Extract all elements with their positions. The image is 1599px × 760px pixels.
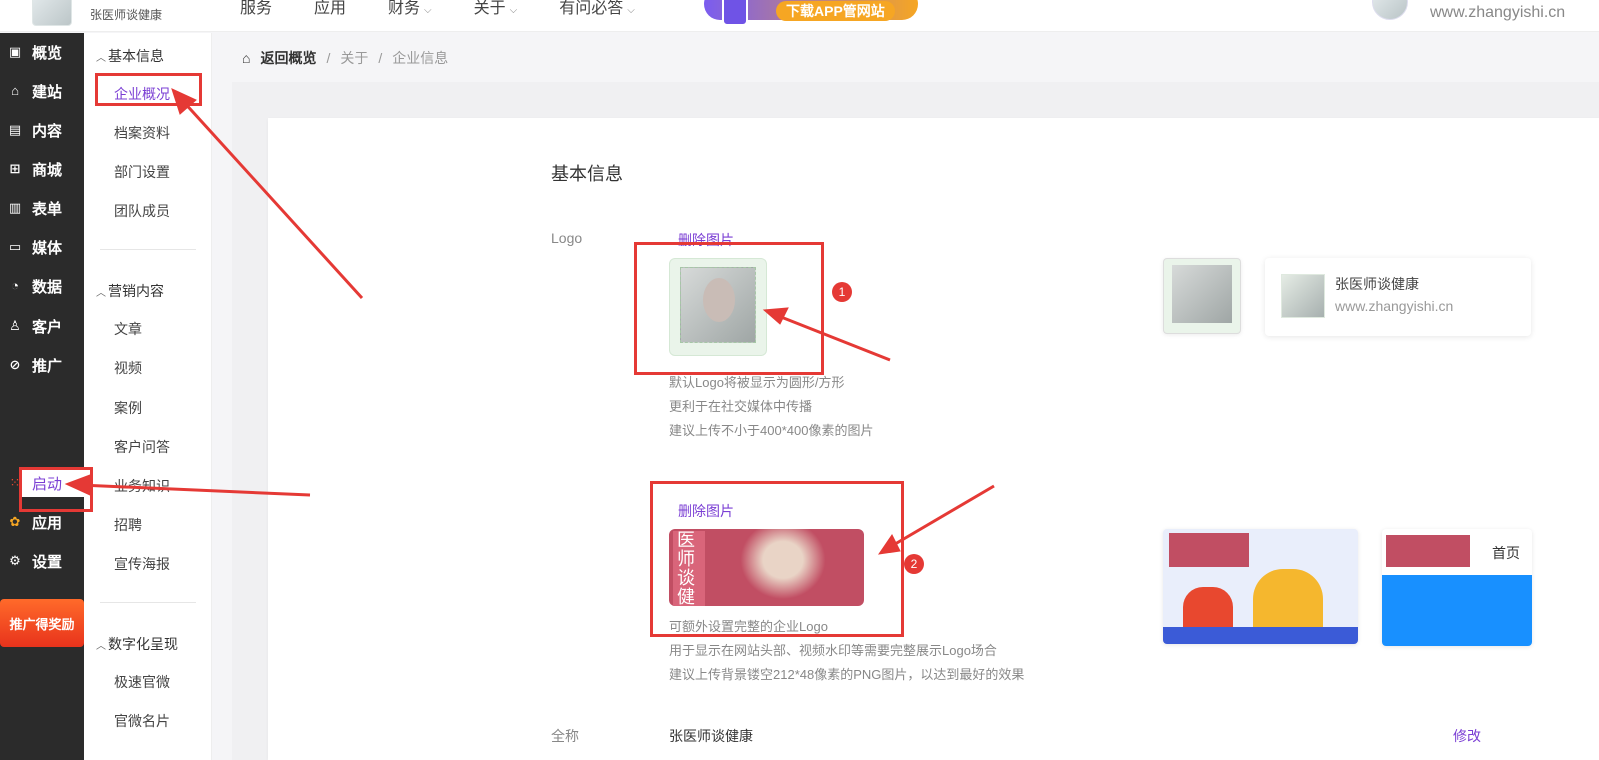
breadcrumb-back[interactable]: 返回概览 [260,48,316,68]
brand-name: 张医师谈健康 [90,8,163,22]
group-title-digital[interactable]: ︿ 数字化呈现 [96,634,178,654]
cart-icon: ⊞ [9,161,21,176]
video-icon: ▭ [8,239,22,254]
illustration-desk [1163,627,1358,644]
logo-preview-card: 张医师谈健康 www.zhangyishi.cn [1265,258,1531,336]
subnav-item-archives[interactable]: 档案资料 [114,123,170,143]
sidebar-item-content[interactable]: ▤ 内容 [0,116,84,144]
sidebar-item-promotion[interactable]: ⊘ 推广 [0,351,84,379]
wide-hint-3: 建议上传背景镂空212*48像素的PNG图片，以达到最好的效果 [669,667,1025,682]
sidebar-item-media[interactable]: ▭ 媒体 [0,233,84,261]
subnav-item-team[interactable]: 团队成员 [114,201,170,221]
mobile-home-label: 首页 [1492,545,1520,561]
download-app-banner[interactable]: 下载APP管网站 [704,0,918,26]
subnav-item-fast-microsite[interactable]: 极速官微 [114,672,170,692]
sidebar-item-site[interactable]: ⌂ 建站 [0,77,84,105]
top-nav: 服务 应用 财务 ⌵ 关于 ⌵ 有问必答 ⌵ [240,0,677,18]
site-domain[interactable]: www.zhangyishi.cn [1430,4,1565,22]
secondary-nav: ︿ 基本信息 企业概况 档案资料 部门设置 团队成员 ︿ 营销内容 文章 视频 案例… [84,33,212,760]
preview-name: 张医师谈健康 [1335,276,1419,292]
group-title-basic-info[interactable]: ︿ 基本信息 [96,46,164,66]
annotation-badge-2: 2 [904,554,924,574]
home-icon: ⌂ [11,83,19,98]
nav-item-apps[interactable]: 应用 [314,0,346,18]
annotation-box [19,467,93,512]
paperclip-icon: ⊘ [9,357,21,372]
sidebar-item-customers[interactable]: ♙ 客户 [0,312,84,340]
apps-icon: ✿ [9,514,21,529]
chart-icon: ◔ [11,278,19,293]
phone-icon [722,0,748,26]
annotation-badge-1: 1 [832,282,852,302]
wide-logo-preview-mobile: 首页 [1382,529,1532,646]
user-avatar[interactable] [1372,0,1408,20]
section-title: 基本信息 [551,164,623,184]
sidebar-item-applications[interactable]: ✿ 应用 [0,508,84,536]
banner-label: 下载APP管网站 [776,1,895,21]
home-icon: ⌂ [242,50,251,66]
wide-hint-2: 用于显示在网站头部、视频水印等需要完整展示Logo场合 [669,643,997,658]
edit-fullname-button[interactable]: 修改 [1453,726,1481,746]
nav-item-about[interactable]: 关于 ⌵ [474,0,518,18]
form-icon: ▥ [8,200,22,215]
breadcrumb-separator: / [378,50,383,66]
logo-face [1172,265,1232,323]
fullname-label: 全称 [551,728,579,744]
nav-item-services[interactable]: 服务 [240,0,272,18]
breadcrumb-separator: / [326,50,331,66]
nav-item-qa[interactable]: 有问必答 ⌵ [559,0,635,18]
promo-reward-banner[interactable]: 推广得奖励 [0,599,84,647]
preview-url: www.zhangyishi.cn [1335,298,1454,314]
subnav-item-videos[interactable]: 视频 [114,358,142,378]
breadcrumb-company-info: 企业信息 [392,50,449,66]
breadcrumb: ⌂ 返回概览 / 关于 / 企业信息 [242,48,448,68]
wide-logo-preview-desktop [1163,529,1358,644]
overview-icon: ▣ [8,44,22,59]
divider [100,602,196,603]
brand-avatar[interactable] [32,0,72,26]
sidebar-item-settings[interactable]: ⚙ 设置 [0,547,84,575]
top-bar: 张医师谈健康 服务 应用 财务 ⌵ 关于 ⌵ 有问必答 ⌵ 下载APP管网站 www.… [0,0,1599,32]
chevron-down-icon: ⌵ [509,5,518,16]
annotation-box [634,242,824,375]
subnav-item-recruitment[interactable]: 招聘 [114,515,142,535]
gear-icon: ⚙ [9,553,21,568]
chevron-down-icon: ⌵ [424,5,432,16]
sidebar-item-shop[interactable]: ⊞ 商城 [0,155,84,183]
fullname-value: 张医师谈健康 [669,728,753,744]
logo-label: Logo [551,230,583,246]
sidebar-item-forms[interactable]: ▥ 表单 [0,194,84,222]
subnav-item-business-card[interactable]: 官微名片 [114,711,170,731]
logo-hint-3: 建议上传不小于400*400像素的图片 [669,423,874,438]
subnav-item-posters[interactable]: 宣传海报 [114,554,170,574]
sidebar-item-overview[interactable]: ▣ 概览 [0,38,84,66]
logo-mini [1386,535,1470,567]
chevron-up-icon: ︿ [96,288,106,299]
nav-item-finance[interactable]: 财务 ⌵ [388,0,432,18]
main-sidebar: ▣ 概览 ⌂ 建站 ▤ 内容 ⊞ 商城 ▥ 表单 ▭ 媒体 ◔ 数据 ♙ 客户 ⊘ 推广 ⁙ 启动 … [0,33,94,760]
subnav-item-customer-qa[interactable]: 客户问答 [114,437,170,457]
chevron-up-icon: ︿ [96,53,106,64]
mobile-banner [1382,575,1532,646]
annotation-box [650,481,904,637]
subnav-item-articles[interactable]: 文章 [114,319,142,339]
user-icon: ♙ [9,318,21,333]
sidebar-item-data[interactable]: ◔ 数据 [0,272,84,300]
breadcrumb-about[interactable]: 关于 [340,48,368,68]
chevron-down-icon: ⌵ [627,5,635,16]
logo-preview-square [1163,258,1241,334]
annotation-box [95,73,202,106]
subnav-item-cases[interactable]: 案例 [114,398,142,418]
subnav-item-departments[interactable]: 部门设置 [114,162,170,182]
subnav-item-knowledge[interactable]: 业务知识 [114,476,170,496]
logo-hint-2: 更利于在社交媒体中传播 [669,399,813,414]
document-icon: ▤ [8,122,22,137]
logo-mini [1169,533,1249,567]
chevron-up-icon: ︿ [96,641,106,652]
logo-thumb [1281,274,1325,318]
group-title-marketing[interactable]: ︿ 营销内容 [96,281,164,301]
divider [100,249,196,250]
